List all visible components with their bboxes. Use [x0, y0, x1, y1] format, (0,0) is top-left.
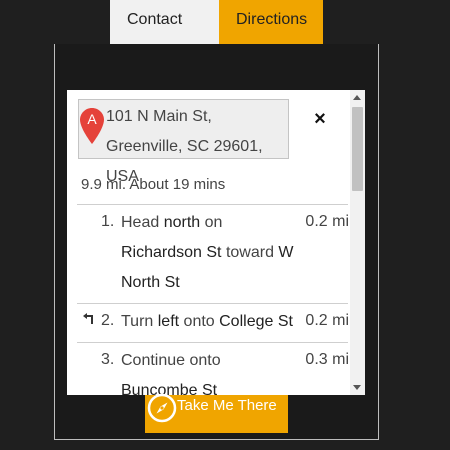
- marker-letter: A: [87, 111, 97, 127]
- step-text: onto: [179, 313, 220, 330]
- step-number: 1.: [101, 213, 115, 230]
- step-instruction: Continue onto Buncombe St: [121, 346, 296, 395]
- tab-directions[interactable]: Directions: [219, 0, 323, 44]
- step-text: on: [200, 214, 223, 231]
- summary-divider: [77, 204, 348, 205]
- close-button[interactable]: ×: [311, 108, 329, 130]
- take-me-there-button[interactable]: Take Me There: [145, 393, 288, 433]
- step-street: Richardson St: [121, 244, 222, 261]
- step-text: Turn: [121, 313, 158, 330]
- take-me-there-label: Take Me There: [177, 397, 277, 414]
- tab-contact-us[interactable]: Contact Us: [110, 0, 219, 68]
- step-number: 3.: [101, 351, 115, 368]
- origin-address-box: A 101 N Main St, Greenville, SC 29601, U…: [78, 99, 289, 185]
- scrollbar[interactable]: [350, 90, 365, 395]
- step-text: Continue onto: [121, 352, 221, 369]
- step-distance: 0.2 mi: [305, 312, 349, 329]
- compass-icon: [147, 393, 177, 423]
- step-direction: north: [163, 214, 201, 231]
- step-divider: [77, 342, 348, 343]
- tab-bar: Contact Us Directions: [110, 0, 323, 68]
- step-text: toward: [221, 244, 279, 261]
- step-instruction: Head north on Richardson St toward W Nor…: [121, 208, 296, 298]
- step-street: College St: [219, 313, 293, 330]
- scroll-down-arrow-icon[interactable]: [353, 385, 361, 390]
- turn-left-icon: [83, 313, 93, 324]
- step-distance: 0.2 mi: [305, 213, 349, 230]
- step-distance: 0.3 mi: [305, 351, 349, 368]
- directions-list[interactable]: A 101 N Main St, Greenville, SC 29601, U…: [67, 90, 365, 395]
- step-divider: [77, 303, 348, 304]
- step-direction: left: [157, 313, 180, 330]
- route-summary: 9.9 mi. About 19 mins: [81, 176, 226, 193]
- scrollbar-thumb[interactable]: [352, 107, 363, 191]
- step-instruction: Turn left onto College St: [121, 307, 296, 337]
- map-marker-icon: A: [80, 108, 104, 144]
- step-number: 2.: [101, 312, 115, 329]
- scroll-up-arrow-icon[interactable]: [353, 95, 361, 100]
- step-text: Head: [121, 214, 164, 231]
